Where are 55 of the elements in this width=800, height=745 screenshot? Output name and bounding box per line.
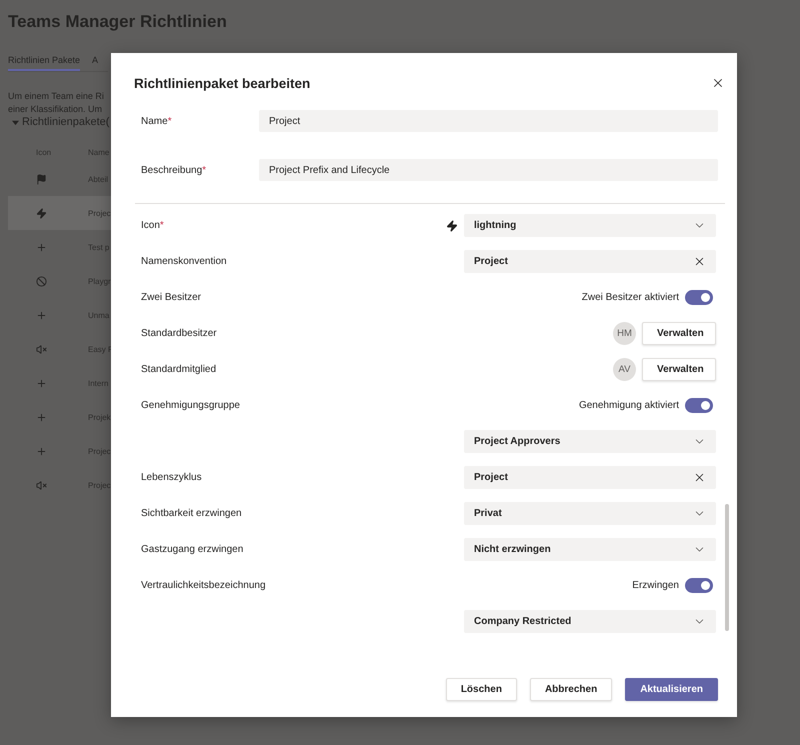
- toggle-label: Erzwingen: [632, 580, 679, 591]
- plus-icon: [36, 310, 47, 320]
- plus-icon: [36, 378, 47, 388]
- close-icon: [711, 76, 725, 90]
- toggle-label: Zwei Besitzer aktiviert: [582, 292, 679, 303]
- dropdown[interactable]: Privat: [464, 502, 716, 525]
- setting-label: Sichtbarkeit erzwingen: [141, 508, 242, 519]
- scrollbar-thumb[interactable]: [724, 504, 728, 631]
- plus-icon: [36, 242, 47, 252]
- input-field[interactable]: Project: [259, 110, 718, 132]
- toggle-switch[interactable]: [685, 398, 713, 413]
- dropdown[interactable]: Company Restricted: [464, 610, 716, 633]
- intro-text: Um einem Team eine Ri: [8, 90, 105, 103]
- clear-icon[interactable]: [693, 255, 706, 268]
- field-label: Beschreibung*: [141, 164, 208, 176]
- text-field[interactable]: Project: [464, 466, 716, 489]
- toggle-switch[interactable]: [685, 578, 713, 593]
- input-field[interactable]: Project Prefix and Lifecycle: [259, 159, 718, 181]
- setting-label: Zwei Besitzer: [141, 292, 202, 303]
- dialog-button[interactable]: Aktualisieren: [625, 678, 718, 701]
- manage-button[interactable]: Verwalten: [642, 322, 716, 345]
- manage-button[interactable]: Verwalten: [642, 358, 716, 381]
- caret-icon[interactable]: [12, 118, 19, 126]
- dialog-button[interactable]: Abbrechen: [530, 678, 612, 701]
- setting-label: Lebenszyklus: [141, 472, 202, 483]
- blocked-icon: [36, 276, 47, 286]
- dialog-button[interactable]: Löschen: [446, 678, 517, 701]
- table-cell: Projec: [88, 208, 111, 218]
- dropdown[interactable]: lightning: [464, 214, 716, 237]
- muted-speaker-icon: [36, 344, 47, 354]
- avatar-initials: HM: [613, 322, 636, 345]
- toggle-label: Genehmigung aktiviert: [578, 400, 679, 411]
- dropdown[interactable]: Project Approvers: [464, 430, 716, 453]
- field-label: Name*: [141, 116, 173, 126]
- setting-label: Standardmitglied: [141, 364, 216, 375]
- text-field[interactable]: Project: [464, 250, 716, 273]
- page-title: Teams Manager Richtlinien: [8, 12, 228, 32]
- plus-icon: [36, 446, 47, 456]
- section-heading: Richtlinienpakete(: [22, 116, 110, 128]
- clear-icon[interactable]: [693, 471, 706, 484]
- avatar-initials: AV: [613, 358, 636, 381]
- intro-text: einer Klassifikation. Um: [8, 103, 104, 116]
- setting-label: Namenskonvention: [141, 256, 227, 267]
- setting-label: Vertraulichkeitsbezeichnung: [141, 580, 266, 591]
- dialog-title: Richtlinienpaket bearbeiten: [134, 76, 310, 90]
- flag-icon: [36, 174, 47, 184]
- plus-icon: [36, 412, 47, 422]
- setting-label: Genehmigungsgruppe: [141, 400, 240, 411]
- dropdown[interactable]: Nicht erzwingen: [464, 538, 716, 561]
- setting-label: Gastzugang erzwingen: [141, 544, 244, 555]
- muted-speaker-icon: [36, 480, 47, 490]
- toggle-switch[interactable]: [685, 290, 713, 305]
- setting-label: Icon*: [141, 220, 164, 231]
- setting-label: Standardbesitzer: [141, 328, 217, 339]
- lightning-icon: [36, 208, 47, 218]
